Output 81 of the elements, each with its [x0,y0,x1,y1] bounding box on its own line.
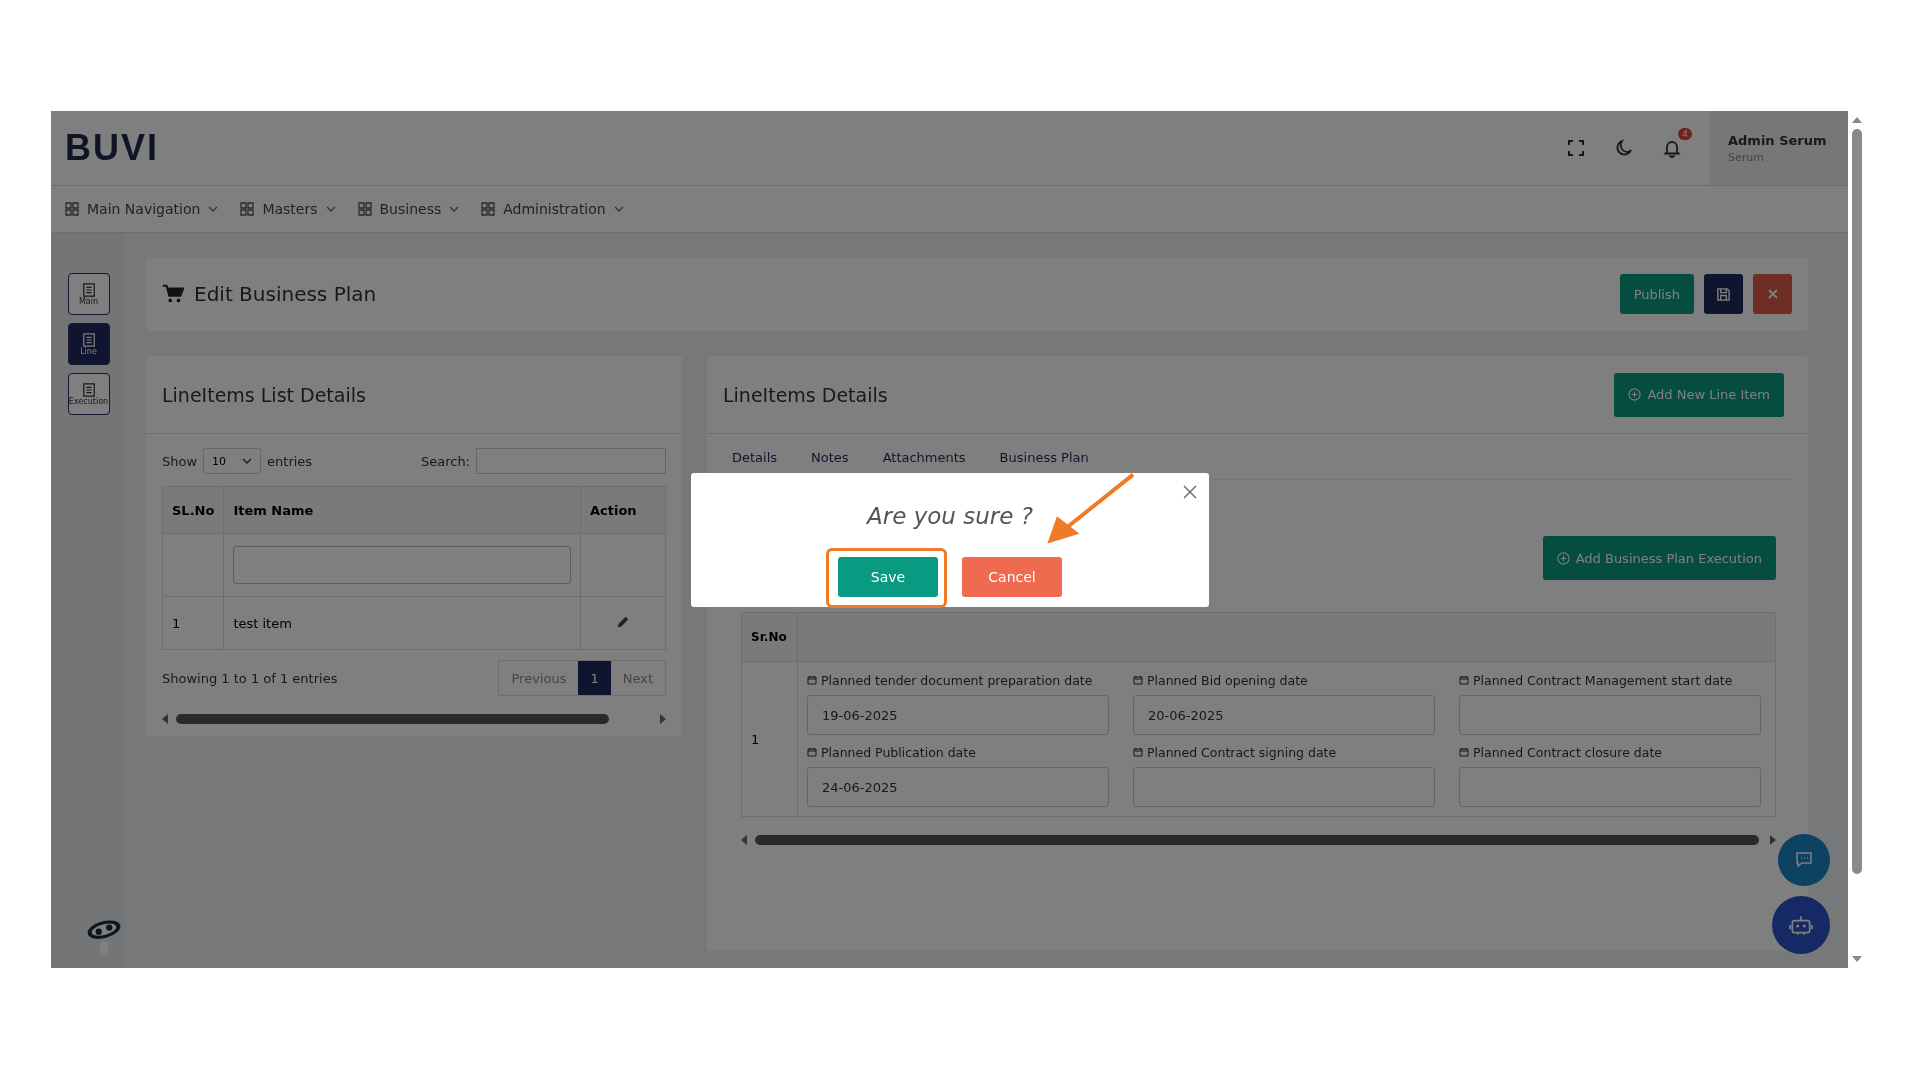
fullscreen-icon[interactable] [1566,138,1586,158]
logo: BUVI [65,127,159,169]
pagination-button[interactable]: 1 [578,661,611,695]
publish-button[interactable]: Publish [1619,274,1694,314]
grid-icon [481,202,496,216]
chevron-down-icon [449,206,460,212]
field-label: Planned Contract signing date [1133,745,1337,760]
calendar-icon [807,747,817,757]
notification-badge: 4 [1678,128,1692,140]
edit-icon[interactable] [616,614,630,629]
column-header[interactable]: Action [580,486,666,534]
field-label: Planned tender document preparation date [807,673,1093,688]
document-icon [81,332,96,347]
grid-icon [240,202,255,216]
close-icon[interactable] [1183,485,1197,499]
date-field[interactable] [1133,767,1435,807]
nav-menu-item[interactable]: Main Navigation [65,201,219,217]
moon-icon[interactable] [1614,138,1634,158]
chat-button[interactable] [1778,834,1830,886]
bell-icon[interactable] [1662,138,1682,158]
date-field[interactable] [1459,695,1761,735]
field-label: Planned Contract Management start date [1459,673,1733,688]
document-icon [81,282,96,297]
date-field[interactable] [1459,767,1761,807]
column-header[interactable]: Item Name [223,486,581,534]
sidebar-button[interactable]: Main [67,273,110,315]
column-header: Sr.No [741,612,798,662]
cancel-button[interactable]: Cancel [962,557,1062,597]
search-field[interactable] [476,448,666,474]
field-label: Planned Publication date [807,745,976,760]
sidebar-button[interactable]: Execution [67,373,110,415]
chevron-down-icon [325,206,336,212]
card-title: LineItems Details [723,383,888,406]
chatbot-button[interactable] [1772,896,1830,954]
save-button[interactable]: Save [838,557,938,597]
calendar-icon [1459,747,1469,757]
tab[interactable]: Attachments [882,450,966,465]
show-label: Show [162,453,198,469]
column-header[interactable]: SL.No [162,486,224,534]
table-cell: 1 [162,596,224,650]
card-title: LineItems List Details [162,383,366,406]
save-button[interactable] [1704,274,1743,314]
tab[interactable]: Business Plan [999,450,1089,465]
table-info: Showing 1 to 1 of 1 entries [162,670,338,686]
calendar-icon [1133,675,1143,685]
calendar-icon [807,675,817,685]
field-label: Planned Contract closure date [1459,745,1662,760]
page-title: Edit Business Plan [194,282,377,306]
filter-field[interactable] [233,546,571,584]
plus-circle-icon [1556,551,1570,565]
calendar-icon [1133,747,1143,757]
date-field[interactable]: 20-06-2025 [1133,695,1435,735]
search-label: Search: [420,453,470,469]
calendar-icon [1459,675,1469,685]
nav-menu-item[interactable]: Business [357,201,460,217]
close-button[interactable] [1753,274,1792,314]
document-icon [81,382,96,397]
close-icon [1766,288,1779,300]
grid-icon [65,202,79,216]
chevron-down-icon [242,458,253,464]
chat-icon [1794,850,1814,870]
add-execution-button[interactable]: Add Business Plan Execution [1542,536,1776,580]
table-cell: test item [223,596,581,650]
sidebar-button[interactable]: Line [67,323,110,365]
date-field[interactable]: 19-06-2025 [807,695,1109,735]
chevron-down-icon [613,206,624,212]
nav-menu-item[interactable]: Masters [240,201,336,217]
page-size-select[interactable]: 10 [203,448,262,474]
dialog-title: Are you sure ? [867,503,1033,529]
cart-icon [162,283,184,305]
tab[interactable]: Details [732,450,778,465]
plus-circle-icon [1628,388,1642,401]
grid-icon [357,202,372,216]
date-field[interactable]: 24-06-2025 [807,767,1109,807]
entries-label: entries [267,453,313,469]
field-label: Planned Bid opening date [1133,673,1308,688]
nav-menu-item[interactable]: Administration [481,201,624,217]
tab[interactable]: Notes [811,450,849,465]
chevron-down-icon [208,206,219,212]
table-cell: 1 [741,661,798,817]
add-line-item-button[interactable]: Add New Line Item [1614,372,1784,417]
